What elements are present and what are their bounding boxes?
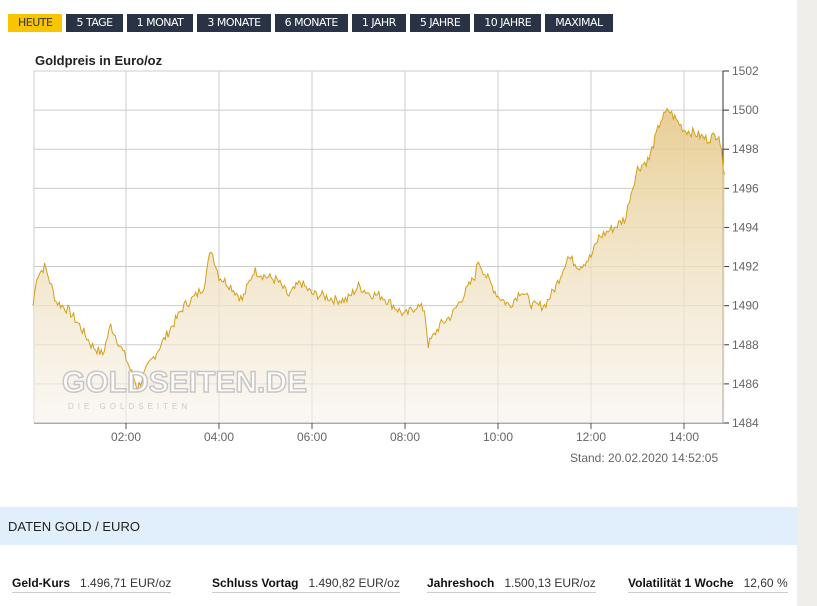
stat-value: 1.496,71 EUR/oz	[80, 576, 172, 590]
stat-value: 1.500,13 EUR/oz	[504, 576, 596, 590]
ytick-label: 1488	[732, 338, 759, 352]
xtick-label: 12:00	[576, 430, 606, 444]
ytick-label: 1486	[732, 377, 759, 391]
stat-label: Volatilität 1 Woche	[628, 576, 734, 590]
timestamp: Stand: 20.02.2020 14:52:05	[570, 451, 719, 465]
xtick-label: 10:00	[483, 430, 513, 444]
ytick-label: 1500	[732, 103, 759, 117]
xtick-label: 04:00	[204, 430, 234, 444]
watermark-logo: GOLDSEITEN.DE	[62, 366, 307, 399]
stat-value: 1.490,82 EUR/oz	[308, 576, 400, 590]
stat-label: Geld-Kurs	[12, 576, 71, 590]
ytick-label: 1496	[732, 181, 759, 195]
page-background-strip	[797, 0, 817, 606]
stat-item: Jahreshoch 1.500,13 EUR/oz	[427, 576, 596, 593]
stat-label: Jahreshoch	[427, 576, 495, 590]
section-title: DATEN GOLD / EURO	[8, 519, 140, 534]
stat-item: Schluss Vortag 1.490,82 EUR/oz	[212, 576, 400, 593]
stat-item: Geld-Kurs 1.496,71 EUR/oz	[12, 576, 172, 593]
stat-label: Schluss Vortag	[212, 576, 299, 590]
ytick-label: 1490	[732, 299, 759, 313]
stat-item: Volatilität 1 Woche 12,60 %	[628, 576, 788, 593]
ytick-label: 1492	[732, 260, 759, 274]
stat-value: 12,60 %	[743, 576, 788, 590]
section-header: DATEN GOLD / EURO	[0, 507, 797, 545]
xtick-label: 08:00	[390, 430, 420, 444]
watermark-subtitle: DIE GOLDSEITEN	[68, 402, 191, 411]
ytick-label: 1494	[732, 220, 759, 234]
xtick-label: 14:00	[669, 430, 699, 444]
ytick-label: 1498	[732, 142, 759, 156]
price-chart: 1484 1486 1488 1490 1492 1494 1496 1498 1500 1502…	[32, 64, 759, 444]
xtick-label: 06:00	[297, 430, 327, 444]
xtick-label: 02:00	[111, 430, 141, 444]
ytick-label: 1484	[732, 416, 759, 430]
ytick-label: 1502	[732, 64, 759, 78]
